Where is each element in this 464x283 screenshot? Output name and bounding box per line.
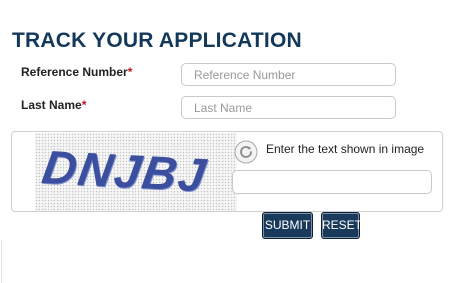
captcha-image-text: DNJBJ	[38, 140, 212, 202]
reset-button[interactable]: RESET	[321, 212, 362, 239]
reference-number-label-text: Reference Number	[21, 65, 128, 79]
last-name-label-text: Last Name	[21, 98, 82, 112]
required-mark: *	[81, 98, 87, 112]
captcha-box: DNJBJ Enter the text shown in image	[11, 131, 443, 212]
reference-number-input[interactable]	[181, 63, 396, 86]
last-name-label: Last Name*	[21, 98, 86, 112]
last-name-input[interactable]	[181, 96, 396, 119]
left-border	[1, 240, 2, 283]
captcha-input[interactable]	[232, 170, 432, 194]
refresh-icon[interactable]	[234, 140, 258, 164]
submit-button[interactable]: SUBMIT	[262, 212, 313, 239]
reference-number-label: Reference Number*	[21, 65, 132, 79]
captcha-image: DNJBJ	[35, 133, 237, 211]
page-title: TRACK YOUR APPLICATION	[12, 29, 302, 52]
required-mark: *	[127, 65, 133, 79]
captcha-instruction: Enter the text shown in image	[266, 142, 425, 156]
